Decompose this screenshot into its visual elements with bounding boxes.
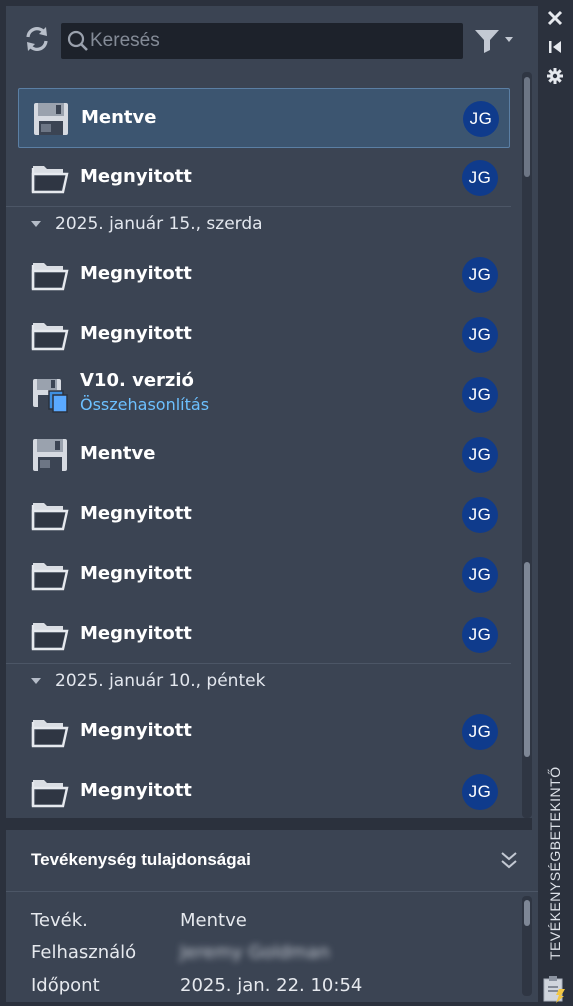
save-floppy-icon xyxy=(31,437,69,473)
folder-open-icon xyxy=(31,257,69,293)
folder-open-icon xyxy=(31,557,69,593)
folder-open-icon xyxy=(31,714,69,750)
user-avatar[interactable]: JG xyxy=(462,317,498,353)
version-compare-icon xyxy=(31,377,69,413)
scrollbar-thumb[interactable] xyxy=(524,562,530,757)
properties-header[interactable]: Tevékenység tulajdonságai xyxy=(6,830,538,892)
property-value: 2025. jan. 22. 10:54 xyxy=(180,975,363,996)
search-input[interactable] xyxy=(90,23,458,59)
side-panel-label[interactable]: TEVÉKENYSÉGBETEKINTŐ xyxy=(547,766,563,960)
day-separator xyxy=(6,206,511,207)
chevron-double-down-icon[interactable] xyxy=(499,848,519,872)
activity-row-opened[interactable]: Megnyitott JG xyxy=(18,605,510,665)
folder-open-icon xyxy=(31,160,69,196)
user-avatar[interactable]: JG xyxy=(462,257,498,293)
activity-row-saved[interactable]: Mentve JG xyxy=(18,425,510,485)
activity-list: Mentve JG Megnyitott JG 2025. január 15., sz… xyxy=(6,72,521,818)
search-icon xyxy=(67,30,88,51)
activity-list-scrollbar[interactable] xyxy=(522,72,532,818)
activity-row-saved[interactable]: Mentve JG xyxy=(18,88,510,148)
day-group-header[interactable]: 2025. január 10., péntek xyxy=(24,666,494,700)
activity-title: Megnyitott xyxy=(80,263,192,284)
day-group-label: 2025. január 15., szerda xyxy=(55,214,263,234)
property-value: Mentve xyxy=(180,910,247,931)
caret-down-icon[interactable] xyxy=(31,221,41,227)
panel-splitter[interactable] xyxy=(6,818,532,855)
properties-title: Tevékenység tulajdonságai xyxy=(31,850,251,869)
activity-row-opened[interactable]: Megnyitott JG xyxy=(18,148,510,208)
save-floppy-icon xyxy=(32,101,70,137)
activity-row-opened[interactable]: Megnyitott JG xyxy=(18,702,510,762)
activity-title: Megnyitott xyxy=(80,563,192,584)
activity-row-opened[interactable]: Megnyitott JG xyxy=(18,545,510,605)
folder-open-icon xyxy=(31,497,69,533)
user-avatar[interactable]: JG xyxy=(462,160,498,196)
activity-title: Mentve xyxy=(81,107,157,128)
properties-scrollbar-thumb[interactable] xyxy=(524,900,530,926)
property-key: Időpont xyxy=(31,975,100,996)
filter-icon[interactable] xyxy=(473,28,519,54)
folder-open-icon xyxy=(31,317,69,353)
activity-title: Megnyitott xyxy=(80,166,192,187)
activity-row-opened[interactable]: Megnyitott JG xyxy=(18,245,510,305)
day-group-header[interactable]: 2025. január 15., szerda xyxy=(24,209,494,243)
day-group-label: 2025. január 10., péntek xyxy=(55,671,266,691)
compare-link[interactable]: Összehasonlítás xyxy=(80,395,209,414)
user-avatar[interactable]: JG xyxy=(462,557,498,593)
user-avatar[interactable]: JG xyxy=(463,101,499,137)
collapse-icon[interactable] xyxy=(545,37,565,57)
toolbar xyxy=(6,6,538,72)
clipboard-icon[interactable] xyxy=(541,975,567,1003)
search-box xyxy=(61,23,463,59)
activity-title: Megnyitott xyxy=(80,780,192,801)
activity-title: V10. verzió xyxy=(80,370,194,391)
day-separator xyxy=(6,663,511,664)
scrollbar-track-top xyxy=(524,77,530,177)
property-key: Felhasználó xyxy=(31,942,137,963)
user-avatar[interactable]: JG xyxy=(462,714,498,750)
activity-panel: Mentve JG Megnyitott JG 2025. január 15., sz… xyxy=(6,6,538,1002)
close-icon[interactable] xyxy=(545,8,565,28)
activity-row-opened[interactable]: Megnyitott JG xyxy=(18,485,510,545)
activity-title: Megnyitott xyxy=(80,720,192,741)
folder-open-icon xyxy=(31,617,69,653)
activity-title: Mentve xyxy=(80,443,156,464)
properties-section: Tevékenység tulajdonságai Tevék. Mentve … xyxy=(6,830,538,1002)
caret-down-icon[interactable] xyxy=(31,678,41,684)
user-avatar[interactable]: JG xyxy=(462,377,498,413)
activity-title: Megnyitott xyxy=(80,323,192,344)
activity-row-version[interactable]: V10. verzió Összehasonlítás JG xyxy=(18,365,510,425)
gear-icon[interactable] xyxy=(545,66,565,86)
activity-title: Megnyitott xyxy=(80,503,192,524)
activity-title: Megnyitott xyxy=(80,623,192,644)
user-avatar[interactable]: JG xyxy=(462,497,498,533)
splitter-grip[interactable] xyxy=(225,821,319,855)
activity-row-opened[interactable]: Megnyitott JG xyxy=(18,305,510,365)
activity-row-opened[interactable]: Megnyitott JG xyxy=(18,762,510,818)
user-avatar[interactable]: JG xyxy=(462,437,498,473)
user-avatar[interactable]: JG xyxy=(462,617,498,653)
properties-scrollbar[interactable] xyxy=(522,896,532,996)
user-avatar[interactable]: JG xyxy=(462,774,498,810)
property-key: Tevék. xyxy=(31,910,88,931)
property-value-blurred: Jeremy Goldman xyxy=(180,942,330,963)
folder-open-icon xyxy=(31,774,69,810)
refresh-icon[interactable] xyxy=(22,24,52,54)
